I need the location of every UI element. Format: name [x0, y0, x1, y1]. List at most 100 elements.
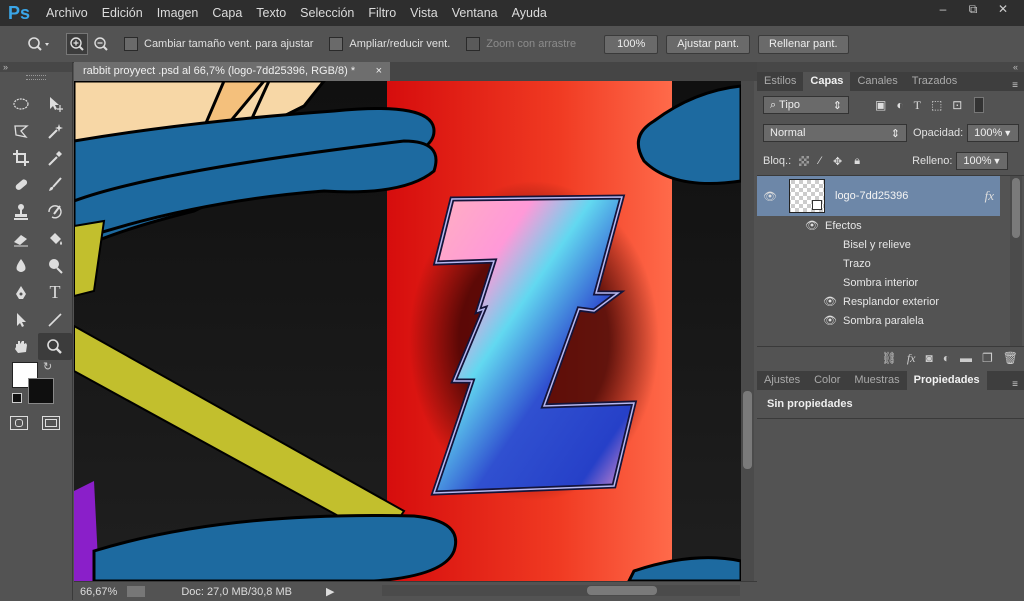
zoom-all-option[interactable]: Ampliar/reducir vent.	[329, 37, 450, 51]
filter-adjustment-icon[interactable]: ◐	[896, 98, 903, 113]
eraser-tool-icon[interactable]	[4, 225, 38, 252]
toolbox-grip[interactable]	[26, 75, 46, 80]
clone-stamp-tool-icon[interactable]	[4, 198, 38, 225]
line-tool-icon[interactable]	[38, 306, 72, 333]
fit-screen-button[interactable]: Ajustar pant.	[666, 34, 751, 54]
lasso-tool-icon[interactable]	[4, 117, 38, 144]
hand-tool-icon[interactable]	[4, 333, 38, 360]
tab-estilos[interactable]: Estilos	[757, 72, 803, 91]
lock-position-icon[interactable]: ✥	[833, 155, 842, 168]
document-canvas[interactable]	[74, 81, 741, 581]
layers-scroll-thumb[interactable]	[1012, 178, 1020, 238]
menu-imagen[interactable]: Imagen	[157, 6, 199, 20]
lock-image-icon[interactable]: ⁄	[819, 155, 821, 167]
zoom-tool-icon[interactable]	[38, 333, 72, 360]
link-layers-icon[interactable]: ⛓︎	[882, 351, 897, 365]
scrubby-zoom-option[interactable]: Zoom con arrastre	[466, 37, 576, 51]
document-tab-close-icon[interactable]: ×	[376, 62, 382, 81]
dodge-tool-icon[interactable]	[38, 252, 72, 279]
crop-tool-icon[interactable]	[4, 144, 38, 171]
type-tool-icon[interactable]: T	[38, 279, 72, 306]
fill-screen-button[interactable]: Rellenar pant.	[758, 34, 849, 54]
menu-archivo[interactable]: Archivo	[46, 6, 88, 20]
tab-propiedades[interactable]: Propiedades	[906, 371, 987, 390]
status-menu-arrow-icon[interactable]: ▶	[326, 585, 334, 598]
effect-row[interactable]: Sombra interior	[757, 273, 1024, 292]
layer-filter-select[interactable]: ⌕ Tipo ⇕	[763, 96, 849, 114]
tab-trazados[interactable]: Trazados	[905, 72, 964, 91]
screen-mode-icon[interactable]	[42, 416, 60, 430]
dock-collapse-icon[interactable]: «	[757, 62, 1024, 72]
minimize-button[interactable]: –	[928, 0, 958, 18]
menu-texto[interactable]: Texto	[256, 6, 286, 20]
new-group-icon[interactable]: ▬	[960, 351, 972, 365]
tab-color[interactable]: Color	[807, 371, 847, 390]
layer-visibility-eye-icon[interactable]: 👁︎	[763, 190, 777, 203]
new-adjustment-layer-icon[interactable]: ◐	[943, 351, 950, 365]
layers-panel-menu-icon[interactable]: ≡	[964, 80, 1024, 91]
effect-row[interactable]: 👁︎ Sombra paralela	[757, 311, 1024, 330]
delete-layer-icon[interactable]: 🗑︎	[1003, 351, 1018, 365]
zoom-out-icon[interactable]	[90, 33, 112, 55]
tab-capas[interactable]: Capas	[803, 72, 851, 91]
menu-filtro[interactable]: Filtro	[368, 6, 396, 20]
effects-visibility-eye-icon[interactable]: 👁︎	[805, 219, 819, 232]
scrubby-zoom-checkbox[interactable]	[466, 37, 481, 51]
resize-windows-checkbox[interactable]	[124, 37, 138, 51]
zoom-in-icon[interactable]	[66, 33, 88, 55]
blend-mode-select[interactable]: Normal ⇕	[763, 124, 907, 142]
tab-canales[interactable]: Canales	[850, 72, 904, 91]
lock-all-icon[interactable]: 🔒︎	[854, 155, 860, 168]
close-window-button[interactable]: ✕	[988, 0, 1018, 18]
swap-colors-icon[interactable]: ↻	[43, 360, 52, 373]
vertical-scroll-thumb[interactable]	[743, 391, 752, 469]
zoom-100-button[interactable]: 100%	[604, 34, 659, 54]
filter-smart-object-icon[interactable]: ⊡	[952, 98, 962, 113]
healing-brush-tool-icon[interactable]	[4, 171, 38, 198]
tab-ajustes[interactable]: Ajustes	[757, 371, 807, 390]
filter-type-icon[interactable]: T	[914, 98, 921, 113]
lock-transparent-icon[interactable]	[799, 156, 810, 166]
opacity-field[interactable]: 100% ▼	[967, 124, 1020, 142]
document-size[interactable]: Doc: 27,0 MB/30,8 MB	[181, 586, 292, 598]
effect-row[interactable]: Trazo	[757, 254, 1024, 273]
menu-vista[interactable]: Vista	[410, 6, 438, 20]
zoom-level[interactable]: 66,67%	[80, 586, 117, 598]
add-layer-style-icon[interactable]: fx	[907, 351, 916, 366]
magic-wand-tool-icon[interactable]	[38, 117, 72, 144]
toolbox-collapse-icon[interactable]: »	[0, 62, 72, 72]
background-color-swatch[interactable]	[28, 378, 54, 404]
filter-toggle[interactable]	[974, 97, 985, 113]
menu-ventana[interactable]: Ventana	[452, 6, 498, 20]
path-selection-tool-icon[interactable]	[4, 306, 38, 333]
add-mask-icon[interactable]: ◙	[926, 351, 933, 365]
layer-fx-icon[interactable]: fx	[985, 188, 994, 204]
resize-windows-option[interactable]: Cambiar tamaño vent. para ajustar	[124, 37, 313, 51]
eyedropper-tool-icon[interactable]	[38, 144, 72, 171]
paint-bucket-tool-icon[interactable]	[38, 225, 72, 252]
zoom-tool-preset-icon[interactable]	[22, 33, 56, 55]
blur-tool-icon[interactable]	[4, 252, 38, 279]
document-tab[interactable]: rabbit proyyect .psd al 66,7% (logo-7dd2…	[74, 62, 390, 81]
history-brush-tool-icon[interactable]	[38, 198, 72, 225]
menu-seleccion[interactable]: Selección	[300, 6, 354, 20]
horizontal-scroll-thumb[interactable]	[587, 586, 657, 595]
effect-visibility-eye-icon[interactable]: 👁︎	[823, 295, 837, 308]
layer-row-logo[interactable]: 👁︎ logo-7dd25396 fx	[757, 176, 1000, 216]
zoom-all-checkbox[interactable]	[329, 37, 344, 51]
canvas-horizontal-scrollbar[interactable]	[382, 585, 740, 596]
default-colors-icon[interactable]	[12, 393, 22, 403]
brush-tool-icon[interactable]	[38, 171, 72, 198]
menu-capa[interactable]: Capa	[212, 6, 242, 20]
menu-edicion[interactable]: Edición	[102, 6, 143, 20]
fill-field[interactable]: 100% ▼	[956, 152, 1009, 170]
filter-pixel-icon[interactable]: ▣	[875, 98, 886, 113]
effect-row[interactable]: Bisel y relieve	[757, 235, 1024, 254]
layers-scrollbar[interactable]	[1010, 176, 1022, 346]
filter-shape-icon[interactable]: ⬚	[931, 98, 942, 113]
effect-row[interactable]: 👁︎ Resplandor exterior	[757, 292, 1024, 311]
effect-visibility-eye-icon[interactable]: 👁︎	[823, 314, 837, 327]
pen-tool-icon[interactable]	[4, 279, 38, 306]
quick-mask-icon[interactable]	[10, 416, 28, 430]
properties-panel-menu-icon[interactable]: ≡	[987, 379, 1024, 390]
